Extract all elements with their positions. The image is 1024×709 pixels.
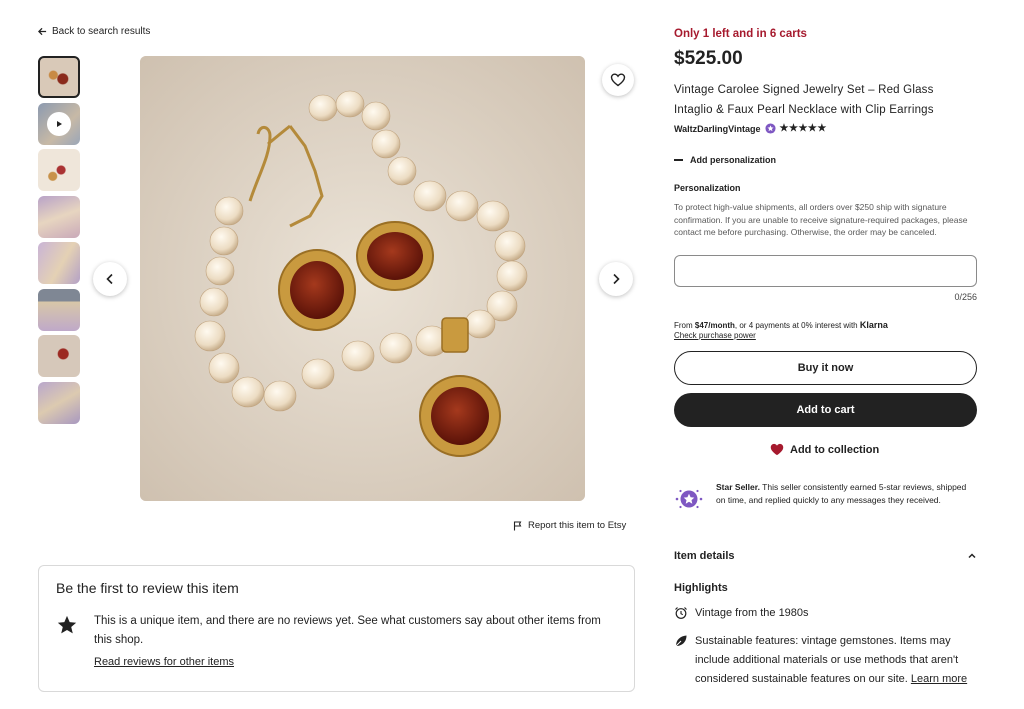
klarna-financing: From $47/month, or 4 payments at 0% inte… [674, 320, 888, 340]
personalization-help: To protect high-value shipments, all ord… [674, 202, 968, 237]
thumbnail-7[interactable] [38, 335, 80, 377]
learn-more-link[interactable]: Learn more [911, 673, 967, 685]
back-link-label: Back to search results [52, 26, 151, 37]
highlight-sustainable: Sustainable features: vintage gemstones.… [674, 632, 977, 689]
thumbnail-video[interactable] [38, 102, 80, 145]
thumbnail-list [38, 56, 82, 428]
star-seller-title: Star Seller. [716, 482, 760, 492]
star-seller-text: Star Seller. This seller consistently ea… [716, 481, 978, 514]
chevron-right-icon [613, 273, 620, 285]
flag-icon [513, 520, 522, 530]
klarna-logo: Klarna [859, 320, 888, 330]
highlight-vintage: Vintage from the 1980s [674, 604, 809, 623]
play-icon [47, 111, 71, 136]
heart-outline-icon [610, 73, 626, 87]
highlights-heading: Highlights [674, 582, 728, 594]
shop-name-link[interactable]: WaltzDarlingVintage [674, 124, 761, 134]
highlight-vintage-text: Vintage from the 1980s [695, 607, 809, 619]
character-counter: 0/256 [954, 292, 977, 302]
star-seller-badge-icon [675, 489, 703, 509]
alarm-clock-icon [675, 607, 687, 619]
chevron-left-icon [106, 273, 113, 285]
listing-title: Vintage Carolee Signed Jewelry Set – Red… [674, 84, 934, 116]
add-to-collection-label: Add to collection [790, 443, 880, 456]
star-seller-info: Star Seller. This seller consistently ea… [674, 481, 978, 514]
star-icon [57, 615, 77, 634]
add-personalization-label: Add personalization [690, 155, 777, 165]
arrow-left-icon [38, 27, 47, 36]
personalization-input[interactable] [674, 255, 977, 287]
heart-filled-icon [770, 443, 784, 456]
add-personalization-toggle[interactable]: Add personalization [674, 155, 776, 165]
thumbnail-3[interactable] [38, 149, 80, 191]
reviews-card: Be the first to review this item This is… [38, 565, 635, 692]
stock-notice: Only 1 left and in 6 carts [674, 28, 807, 40]
leaf-icon [675, 635, 687, 647]
thumbnail-4[interactable] [38, 195, 80, 238]
report-item-link[interactable]: Report this item to Etsy [513, 520, 626, 531]
reviews-body: This is a unique item, and there are no … [94, 615, 601, 646]
back-to-search-link[interactable]: Back to search results [38, 26, 150, 37]
klarna-amount: $47/month [694, 321, 735, 330]
rating-stars: ★★★★★ [779, 123, 827, 134]
item-details-toggle[interactable]: Item details [674, 550, 977, 562]
thumbnail-6[interactable] [38, 288, 80, 331]
thumbnail-8[interactable] [38, 381, 80, 424]
shop-row: WaltzDarlingVintage ★★★★★ [674, 123, 827, 134]
add-to-cart-button[interactable]: Add to cart [674, 393, 977, 427]
price: $525.00 [674, 48, 743, 69]
star-seller-small-icon [764, 123, 776, 134]
add-to-collection-button[interactable]: Add to collection [770, 443, 879, 456]
favorite-button[interactable] [602, 64, 634, 96]
next-image-button[interactable] [599, 262, 633, 296]
read-reviews-link[interactable]: Read reviews for other items [94, 656, 234, 668]
check-purchase-power-link[interactable]: Check purchase power [674, 331, 888, 340]
report-label: Report this item to Etsy [528, 520, 627, 531]
klarna-suffix: , or 4 payments at 0% interest with [734, 321, 860, 330]
klarna-prefix: From [674, 321, 695, 330]
previous-image-button[interactable] [93, 262, 127, 296]
personalization-label: Personalization [674, 183, 741, 193]
reviews-heading: Be the first to review this item [56, 580, 239, 596]
item-details-heading: Item details [674, 550, 735, 562]
thumbnail-5[interactable] [38, 242, 80, 284]
main-product-image [140, 56, 585, 501]
chevron-up-icon [968, 553, 976, 559]
buy-it-now-button[interactable]: Buy it now [674, 351, 977, 385]
minus-icon [674, 159, 683, 161]
thumbnail-1[interactable] [38, 56, 80, 98]
